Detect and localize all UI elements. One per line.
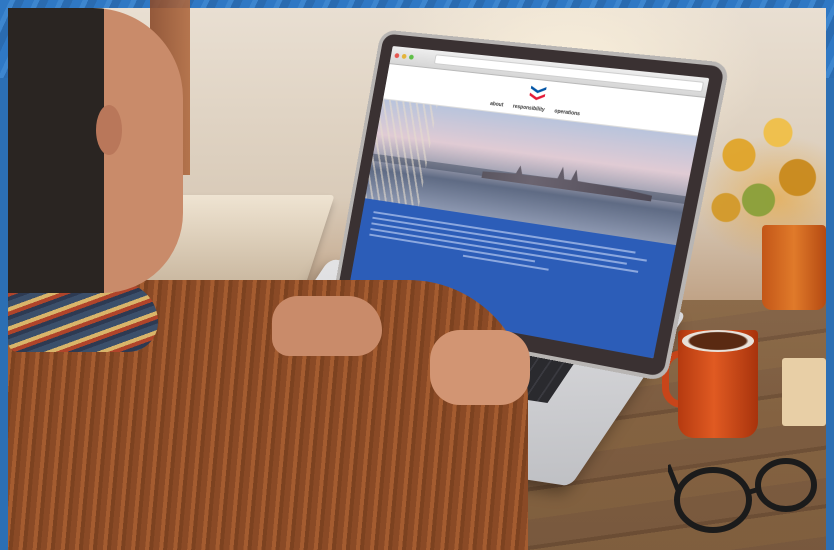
maximize-window-icon bbox=[408, 54, 415, 60]
photo-scene: about responsibility operations bbox=[0, 0, 834, 550]
right-hand bbox=[430, 330, 530, 405]
person-head bbox=[8, 8, 183, 293]
close-window-icon bbox=[394, 52, 400, 58]
refinery-skyline bbox=[481, 156, 655, 201]
left-hand bbox=[272, 296, 382, 356]
notebook bbox=[782, 358, 826, 426]
plant-pot bbox=[762, 225, 826, 310]
eyeglasses-icon bbox=[668, 458, 817, 533]
pampas-grass bbox=[365, 99, 438, 207]
minimize-window-icon bbox=[401, 53, 407, 59]
chevron-logo bbox=[528, 85, 546, 101]
nav-item-about: about bbox=[489, 100, 504, 109]
plant-leaves bbox=[700, 95, 830, 245]
mug-coffee bbox=[682, 330, 754, 352]
person-ear bbox=[96, 105, 122, 155]
